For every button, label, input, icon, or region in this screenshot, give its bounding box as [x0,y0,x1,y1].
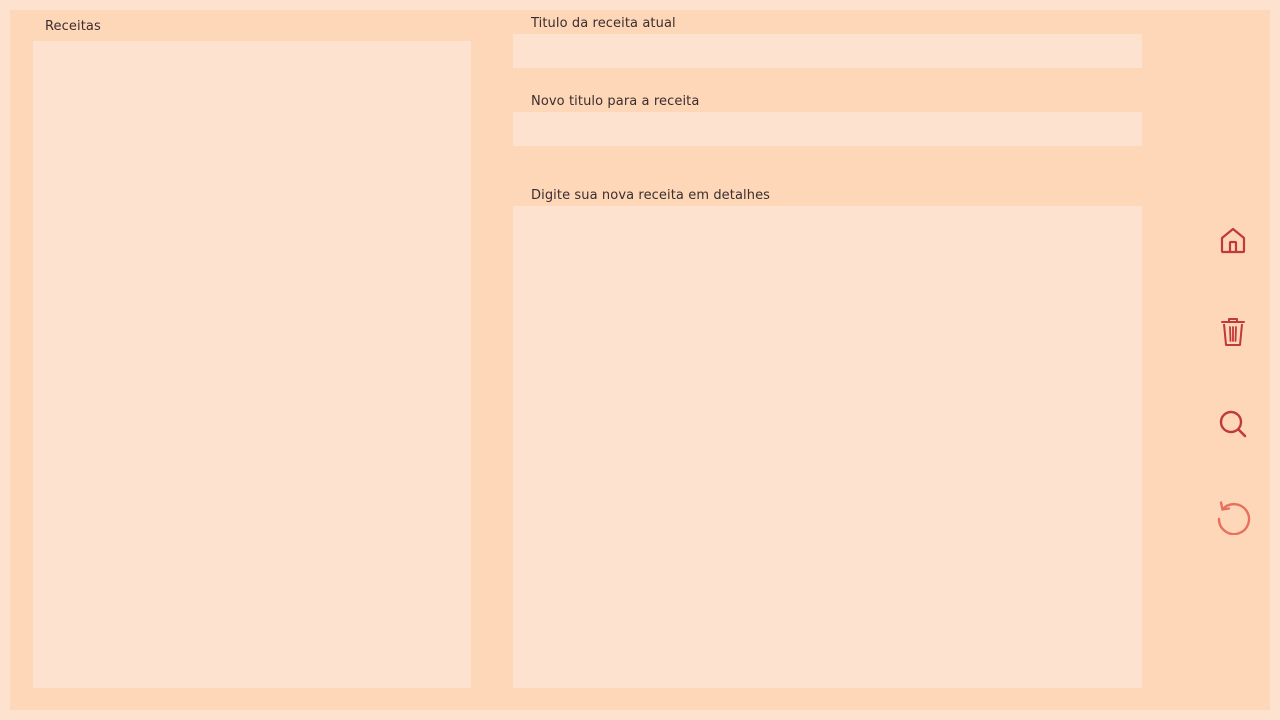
refresh-button[interactable] [1213,497,1253,537]
home-icon [1220,227,1246,254]
recipes-label: Receitas [45,19,101,34]
recipe-details-field[interactable] [513,206,1142,688]
search-button[interactable] [1213,404,1253,444]
home-button[interactable] [1213,220,1253,260]
current-title-field[interactable] [513,34,1142,68]
delete-button[interactable] [1213,312,1253,352]
trash-icon [1221,318,1245,346]
recipes-list[interactable] [33,41,471,688]
search-icon [1219,410,1247,438]
new-title-label: Novo titulo para a receita [531,94,700,109]
recipe-details-label: Digite sua nova receita em detalhes [531,188,771,203]
current-title-label: Titulo da receita atual [531,16,676,31]
refresh-icon [1217,501,1251,535]
new-title-field[interactable] [513,112,1142,146]
